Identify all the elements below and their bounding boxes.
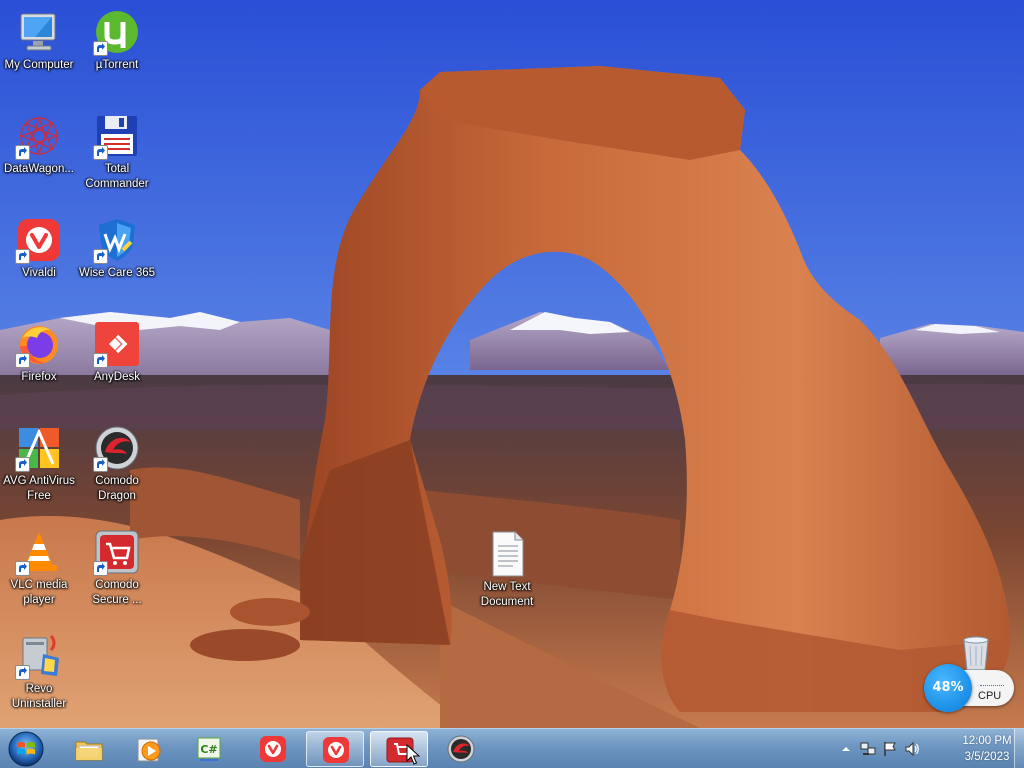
shortcut-arrow-icon xyxy=(15,561,30,576)
desktop-icon-revo[interactable]: Revo Uninstaller xyxy=(0,632,78,712)
desktop-icon-utorrent[interactable]: µTorrent xyxy=(78,8,156,73)
shortcut-arrow-icon xyxy=(15,457,30,472)
desktop-icon-label: DataWagon... xyxy=(4,163,74,175)
desktop-icon-datawagon[interactable]: DataWagon... xyxy=(0,112,78,177)
taskbar-csharp[interactable]: C# xyxy=(180,731,238,767)
shortcut-arrow-icon xyxy=(93,353,108,368)
wise-care-shield-icon xyxy=(93,216,141,264)
anydesk-icon xyxy=(93,320,141,368)
desktop-icon-vlc[interactable]: VLC media player xyxy=(0,528,78,608)
desktop[interactable]: My Computer DataWagon... Vivaldi Firefox… xyxy=(0,0,1024,728)
revo-uninstaller-icon xyxy=(15,632,63,680)
shortcut-arrow-icon xyxy=(15,353,30,368)
action-center-flag-icon[interactable] xyxy=(882,741,898,757)
desktop-icon-label: My Computer xyxy=(4,59,74,71)
datawagon-icon xyxy=(15,112,63,160)
shortcut-arrow-icon xyxy=(93,249,108,264)
shortcut-arrow-icon xyxy=(15,665,30,680)
utorrent-icon xyxy=(93,8,141,56)
desktop-icon-label: Wise Care 365 xyxy=(78,267,156,279)
shortcut-arrow-icon xyxy=(93,457,108,472)
vivaldi-icon xyxy=(15,216,63,264)
csharp-icon: C# xyxy=(194,734,224,764)
cpu-graph xyxy=(980,678,1004,686)
media-player-icon xyxy=(134,734,164,764)
desktop-icon-label: µTorrent xyxy=(95,59,139,71)
desktop-icon-label: VLC media player xyxy=(10,579,68,606)
system-tray: 12:00 PM 3/5/2023 xyxy=(834,729,1024,768)
network-icon[interactable] xyxy=(860,741,876,757)
windows-orb-icon xyxy=(8,731,44,767)
desktop-icon-wise-care[interactable]: Wise Care 365 xyxy=(78,216,156,281)
desktop-icon-label: Vivaldi xyxy=(22,267,56,279)
desktop-icon-avg[interactable]: AVG AntiVirus Free xyxy=(0,424,78,504)
avg-antivirus-icon xyxy=(15,424,63,472)
desktop-icon-label: AnyDesk xyxy=(93,371,141,383)
vivaldi-icon xyxy=(258,734,288,764)
desktop-icon-new-text-document[interactable]: New Text Document xyxy=(468,530,546,610)
clock-time: 12:00 PM xyxy=(962,735,1012,747)
start-button[interactable] xyxy=(4,730,48,768)
taskbar-explorer[interactable] xyxy=(60,731,118,767)
vlc-cone-icon xyxy=(15,528,63,576)
desktop-icon-label: Firefox xyxy=(21,371,57,383)
comodo-dragon-icon xyxy=(93,424,141,472)
volume-speaker-icon[interactable] xyxy=(904,741,920,757)
desktop-icon-comodo-dragon[interactable]: Comodo Dragon xyxy=(78,424,156,504)
comodo-secure-shopping-icon xyxy=(93,528,141,576)
shortcut-arrow-icon xyxy=(93,145,108,160)
clock[interactable]: 12:00 PM 3/5/2023 xyxy=(962,733,1012,765)
desktop-icon-vivaldi[interactable]: Vivaldi xyxy=(0,216,78,281)
mouse-cursor-icon xyxy=(406,744,420,765)
vivaldi-icon xyxy=(321,735,351,765)
explorer-folder-icon xyxy=(74,734,104,764)
computer-icon xyxy=(15,8,63,56)
desktop-icon-my-computer[interactable]: My Computer xyxy=(0,8,78,73)
comodo-dragon-icon xyxy=(446,734,476,764)
taskbar: C# 12:00 PM 3/5/2023 xyxy=(0,728,1024,768)
cpu-percent: 48% xyxy=(924,664,972,712)
desktop-icon-comodo-secure[interactable]: Comodo Secure ... xyxy=(78,528,156,608)
desktop-icon-label: Total Commander xyxy=(85,163,149,190)
show-desktop-button[interactable] xyxy=(1014,729,1024,768)
desktop-icon-anydesk[interactable]: AnyDesk xyxy=(78,320,156,385)
shortcut-arrow-icon xyxy=(15,249,30,264)
shortcut-arrow-icon xyxy=(93,561,108,576)
cpu-label: CPU xyxy=(978,690,1002,702)
taskbar-vivaldi-1[interactable] xyxy=(244,731,302,767)
desktop-icon-label: Comodo Secure ... xyxy=(92,579,142,606)
svg-text:C#: C# xyxy=(200,743,217,756)
firefox-icon xyxy=(15,320,63,368)
text-document-icon xyxy=(483,530,531,578)
desktop-icon-firefox[interactable]: Firefox xyxy=(0,320,78,385)
taskbar-vivaldi-2[interactable] xyxy=(306,731,364,767)
shortcut-arrow-icon xyxy=(93,41,108,56)
desktop-icon-label: AVG AntiVirus Free xyxy=(3,475,75,502)
desktop-icon-label: Comodo Dragon xyxy=(95,475,139,502)
desktop-icon-label: Revo Uninstaller xyxy=(11,683,67,710)
desktop-icon-label: New Text Document xyxy=(480,581,534,608)
taskbar-comodo-dragon[interactable] xyxy=(432,731,490,767)
desktop-icon-total-commander[interactable]: Total Commander xyxy=(78,112,156,192)
shortcut-arrow-icon xyxy=(15,145,30,160)
cpu-meter-gadget[interactable]: 48% CPU xyxy=(924,664,1016,712)
taskbar-media-player[interactable] xyxy=(120,731,178,767)
show-hidden-icons-chevron-icon[interactable] xyxy=(838,741,854,757)
clock-date: 3/5/2023 xyxy=(964,751,1010,763)
floppy-disk-icon xyxy=(93,112,141,160)
